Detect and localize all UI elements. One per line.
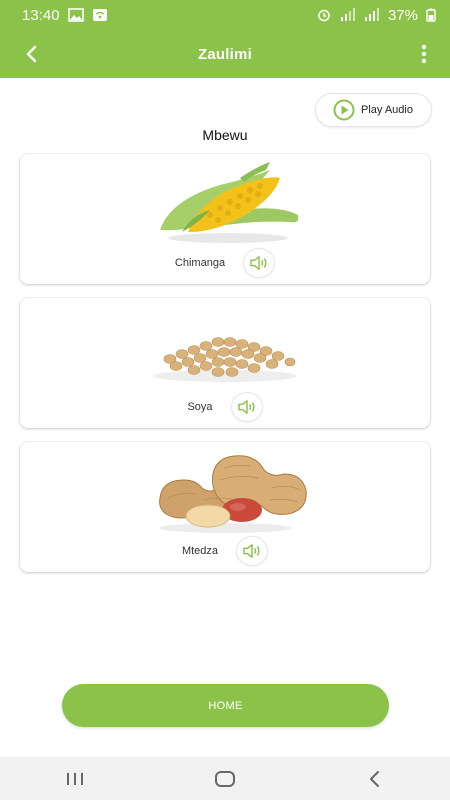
corn-image	[140, 160, 310, 246]
battery-percentage: 37%	[387, 6, 418, 24]
signal-icon	[364, 8, 380, 22]
arrow-left-icon[interactable]	[20, 42, 44, 66]
status-bar: 13:40 37%	[0, 0, 450, 30]
item-row: Mtedza	[20, 536, 430, 566]
app-bar: Zaulimi	[0, 30, 450, 78]
section-title: Mbewu	[202, 127, 248, 143]
peanuts-image	[140, 448, 310, 534]
item-name: Soya	[187, 401, 213, 413]
item-card-chimanga[interactable]: Chimanga	[20, 154, 430, 284]
alarm-icon	[316, 8, 332, 22]
play-audio-label: Play Audio	[361, 104, 413, 116]
soybeans-image	[140, 304, 310, 390]
more-vertical-icon[interactable]	[414, 42, 434, 66]
speaker-icon[interactable]	[236, 536, 269, 566]
item-name: Chimanga	[174, 257, 226, 269]
item-card-soya[interactable]: Soya	[20, 298, 430, 428]
speaker-icon[interactable]	[230, 392, 263, 422]
image-icon	[67, 8, 84, 22]
status-bar-right: 37%	[316, 7, 436, 24]
item-name: Mtedza	[181, 545, 219, 557]
item-row: Soya	[20, 392, 430, 422]
app-title: Zaulimi	[198, 45, 252, 63]
play-circle-icon	[333, 99, 355, 121]
item-card-mtedza[interactable]: Mtedza	[20, 442, 430, 572]
battery-icon	[426, 8, 436, 22]
back-nav-icon[interactable]	[345, 757, 405, 800]
item-row: Chimanga	[20, 248, 430, 278]
system-nav-bar	[0, 757, 450, 800]
home-nav-icon[interactable]	[195, 757, 255, 800]
signal-icon	[340, 8, 356, 22]
wallet-icon	[92, 8, 108, 22]
status-bar-left: 13:40	[22, 7, 108, 24]
home-button[interactable]: HOME	[62, 684, 389, 727]
speaker-icon[interactable]	[243, 248, 276, 278]
status-time: 13:40	[22, 6, 60, 24]
play-audio-button[interactable]: Play Audio	[315, 93, 432, 127]
recent-apps-icon[interactable]	[45, 757, 105, 800]
